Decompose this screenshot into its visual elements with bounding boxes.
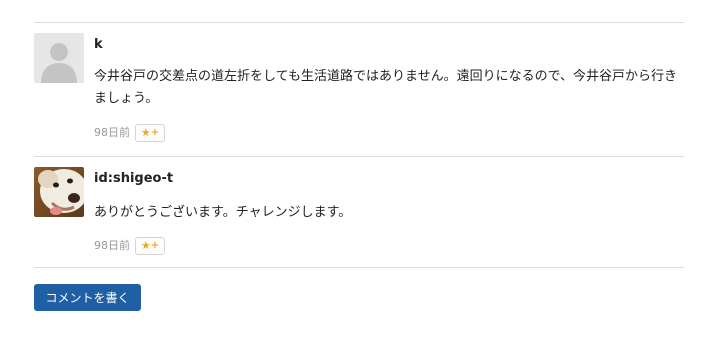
divider-bottom bbox=[34, 267, 684, 268]
comment-text: ありがとうございます。チャレンジします。 bbox=[94, 205, 352, 220]
write-comment-button[interactable]: コメントを書く bbox=[34, 284, 141, 311]
dog-avatar-icon[interactable] bbox=[34, 167, 84, 217]
default-avatar-icon[interactable] bbox=[34, 33, 84, 83]
comment-meta: 98日前 ★ + bbox=[94, 124, 165, 142]
plus-icon: + bbox=[150, 240, 160, 251]
comment-item: id:shigeo-t ありがとうございます。チャレンジします。 98日前 ★ … bbox=[34, 167, 684, 257]
plus-icon: + bbox=[150, 127, 160, 138]
star-icon: ★ bbox=[140, 239, 151, 252]
divider-middle bbox=[34, 156, 684, 157]
comment-text: 今井谷戸の交差点の道左折をしても生活道路ではありません。遠回りになるので、今井谷… bbox=[94, 69, 678, 106]
comment-username[interactable]: k bbox=[94, 37, 103, 53]
star-icon: ★ bbox=[140, 126, 151, 139]
comment-time[interactable]: 98日前 bbox=[94, 126, 130, 140]
comment-item: k 今井谷戸の交差点の道左折をしても生活道路ではありません。遠回りになるので、今… bbox=[34, 33, 684, 148]
divider-top bbox=[34, 22, 684, 23]
comment-time[interactable]: 98日前 bbox=[94, 239, 130, 253]
comment-username[interactable]: id:shigeo-t bbox=[94, 171, 173, 187]
comment-meta: 98日前 ★ + bbox=[94, 237, 165, 255]
add-star-button[interactable]: ★ + bbox=[135, 237, 165, 255]
add-star-button[interactable]: ★ + bbox=[135, 124, 165, 142]
